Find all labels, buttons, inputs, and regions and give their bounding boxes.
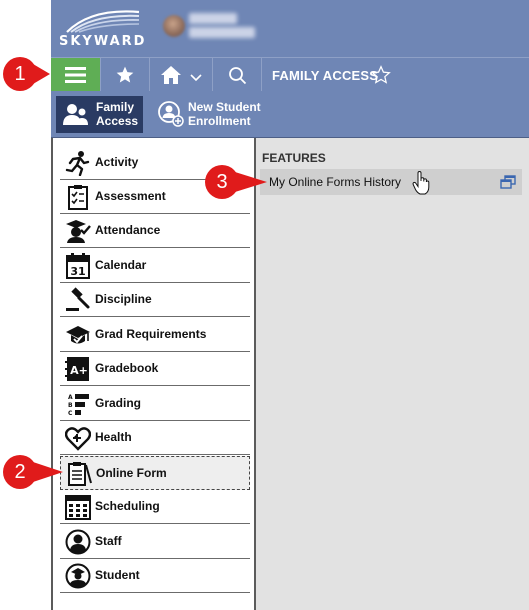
- sidebar-item-scheduling[interactable]: Scheduling: [60, 490, 250, 524]
- user-subtitle-blurred: [189, 27, 255, 38]
- sidebar: Activity Assessment Attendance 31 Calend…: [51, 138, 256, 610]
- schedule-grid-icon: [65, 495, 91, 520]
- star-icon: [116, 66, 134, 83]
- logo-text: SKYWARD: [59, 34, 147, 49]
- online-form-icon: [68, 462, 92, 486]
- subnav-new-student-line2: Enrollment: [188, 114, 251, 128]
- home-button[interactable]: [149, 58, 212, 92]
- sidebar-item-gradebook[interactable]: A+ Gradebook: [60, 352, 250, 386]
- calendar-icon: 31: [66, 253, 90, 279]
- subnav-family-access-line1: Family: [96, 100, 135, 114]
- subnav-new-student-line1: New Student: [188, 100, 261, 114]
- sidebar-item-label: Online Form: [96, 466, 167, 480]
- sidebar-item-label: Calendar: [95, 258, 147, 272]
- health-heart-icon: [65, 427, 91, 451]
- skyward-app: SKYWARD FAMILY ACCESS Family Access New …: [51, 0, 529, 610]
- gradebook-icon: A+: [65, 357, 89, 381]
- sidebar-item-online-form[interactable]: Online Form: [60, 456, 250, 490]
- sidebar-item-student[interactable]: Student: [60, 559, 250, 593]
- sidebar-item-staff[interactable]: Staff: [60, 525, 250, 559]
- graduation-cap-icon: [66, 326, 90, 344]
- popout-window-icon[interactable]: [500, 175, 516, 189]
- avatar: [163, 15, 185, 37]
- hand-cursor-icon: [412, 171, 430, 195]
- attendance-icon: [66, 220, 91, 243]
- sidebar-item-label: Assessment: [95, 189, 166, 203]
- step-badge-3: 3: [205, 164, 267, 200]
- search-icon: [229, 67, 247, 85]
- grading-icon-letter-a: A: [68, 394, 73, 401]
- sidebar-item-label: Gradebook: [95, 361, 159, 375]
- subnav-new-student-enrollment[interactable]: New Student Enrollment: [155, 96, 265, 133]
- sidebar-item-health[interactable]: Health: [60, 421, 250, 455]
- features-panel: FEATURES My Online Forms History: [256, 138, 529, 610]
- home-icon: [161, 66, 181, 84]
- subnav-family-access-line2: Access: [96, 114, 139, 128]
- hamburger-icon: [65, 67, 86, 83]
- star-outline-icon[interactable]: [371, 65, 391, 85]
- step-badge-number: 2: [14, 461, 26, 483]
- user-name-blurred: [189, 13, 237, 24]
- student-icon: [65, 563, 91, 589]
- sidebar-item-label: Staff: [95, 534, 122, 548]
- step-badge-number: 3: [216, 171, 228, 193]
- staff-icon: [65, 529, 91, 555]
- page-title: FAMILY ACCESS: [272, 68, 379, 83]
- logo-swoosh-icon: [66, 10, 140, 33]
- page-title-area: FAMILY ACCESS: [261, 58, 529, 92]
- sidebar-item-grading[interactable]: A B C Grading: [60, 387, 250, 421]
- add-user-icon: [158, 101, 184, 127]
- sidebar-item-label: Activity: [95, 155, 139, 169]
- gradebook-icon-text: A+: [70, 364, 88, 377]
- feature-label: My Online Forms History: [269, 175, 402, 189]
- clipboard-check-icon: [68, 185, 88, 210]
- features-heading: FEATURES: [262, 151, 326, 165]
- search-button[interactable]: [212, 58, 261, 92]
- sidebar-item-label: Student: [95, 568, 140, 582]
- sidebar-item-attendance[interactable]: Attendance: [60, 214, 250, 248]
- skyward-logo[interactable]: SKYWARD: [59, 6, 145, 50]
- runner-icon: [65, 151, 90, 176]
- module-nav: Family Access New Student Enrollment: [51, 91, 529, 138]
- step-badge-number: 1: [14, 63, 26, 85]
- menu-button[interactable]: [51, 58, 100, 92]
- sidebar-item-label: Grad Requirements: [95, 327, 207, 341]
- grading-list-icon: A B C: [68, 394, 89, 417]
- grading-icon-letter-b: B: [68, 402, 73, 409]
- sidebar-item-calendar[interactable]: 31 Calendar: [60, 249, 250, 283]
- favorites-button[interactable]: [100, 58, 149, 92]
- chevron-down-icon[interactable]: [190, 74, 202, 82]
- subnav-family-access[interactable]: Family Access: [56, 96, 143, 133]
- sidebar-item-label: Attendance: [95, 223, 161, 237]
- sidebar-item-discipline[interactable]: Discipline: [60, 283, 250, 317]
- app-header: SKYWARD: [51, 0, 529, 57]
- feature-my-online-forms-history[interactable]: My Online Forms History: [260, 169, 522, 195]
- main-toolbar: FAMILY ACCESS: [51, 57, 529, 92]
- calendar-icon-day: 31: [70, 265, 85, 278]
- sidebar-item-label: Health: [95, 430, 132, 444]
- step-badge-1: 1: [3, 56, 51, 92]
- grading-icon-letter-c: C: [68, 410, 73, 417]
- sidebar-item-grad-requirements[interactable]: Grad Requirements: [60, 318, 250, 352]
- gavel-icon: [66, 287, 90, 311]
- sidebar-item-label: Grading: [95, 396, 142, 410]
- sidebar-item-label: Discipline: [95, 292, 152, 306]
- family-icon: [63, 104, 88, 125]
- step-badge-2: 2: [3, 454, 63, 490]
- sidebar-item-label: Scheduling: [95, 499, 160, 513]
